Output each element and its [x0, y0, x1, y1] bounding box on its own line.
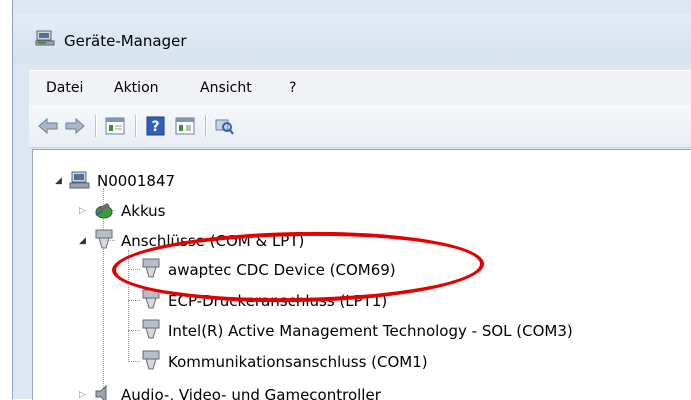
expand-icon[interactable]: ▷	[79, 206, 86, 216]
tree-node-ports[interactable]: ◢ Anschlüsse (COM & LPT)	[79, 228, 399, 254]
svg-text:?: ?	[151, 119, 159, 135]
port-connector-icon	[142, 289, 160, 309]
tree-label-root: N0001847	[97, 172, 176, 190]
menu-aktion[interactable]: Aktion	[114, 79, 159, 97]
tree-node-akkus[interactable]: ▷ Akkus	[79, 198, 279, 224]
toolbar-separator	[205, 115, 206, 137]
tree-item-port[interactable]: ECP-Druckeranschluss (LPT1)	[140, 288, 500, 314]
port-connector-icon	[142, 319, 160, 339]
tree-label-akkus: Akkus	[121, 202, 166, 220]
tree-node-root[interactable]: ◢ N0001847	[55, 168, 305, 194]
back-arrow-icon[interactable]	[37, 116, 59, 136]
speaker-icon	[95, 384, 107, 400]
collapse-icon[interactable]: ◢	[55, 176, 62, 186]
tree-connector	[128, 269, 140, 270]
menu-help[interactable]: ?	[289, 79, 296, 97]
tree-item-port[interactable]: Kommunikationsanschluss (COM1)	[140, 349, 500, 375]
menu-datei[interactable]: Datei	[46, 79, 83, 97]
port-connector-icon	[142, 350, 160, 370]
device-manager-window: Geräte-Manager Datei Aktion Ansicht ? ?	[12, 0, 691, 400]
tree-node-audio[interactable]: ▷ Audio-, Video- und Gamecontroller	[79, 382, 459, 400]
device-tree: ◢ N0001847 ▷ Akkus ◢ Anschlüsse (COM & L…	[32, 149, 691, 400]
forward-arrow-icon[interactable]	[64, 116, 86, 136]
tree-connector	[128, 330, 140, 331]
port-connector-icon	[142, 258, 160, 278]
scan-hardware-icon[interactable]	[213, 116, 235, 136]
battery-icon	[95, 203, 113, 219]
menu-ansicht[interactable]: Ansicht	[200, 79, 252, 97]
toolbar-separator	[135, 115, 136, 137]
tree-label-audio: Audio-, Video- und Gamecontroller	[121, 386, 381, 400]
collapse-icon[interactable]: ◢	[79, 236, 86, 246]
toolbar-separator	[95, 115, 96, 137]
tree-item-port[interactable]: awaptec CDC Device (COM69)	[140, 257, 500, 283]
tree-connector	[128, 250, 129, 362]
toolbar: ?	[29, 105, 691, 148]
port-connector-icon	[95, 229, 113, 249]
window-title: Geräte-Manager	[64, 32, 187, 50]
tree-item-label: Intel(R) Active Management Technology - …	[168, 322, 573, 340]
properties-icon[interactable]	[104, 116, 126, 136]
tree-label-ports: Anschlüsse (COM & LPT)	[121, 232, 305, 250]
tree-item-port[interactable]: Intel(R) Active Management Technology - …	[140, 318, 680, 344]
tree-item-label: Kommunikationsanschluss (COM1)	[168, 353, 428, 371]
update-driver-icon[interactable]	[174, 116, 196, 136]
computer-icon	[69, 171, 90, 189]
device-manager-icon	[35, 30, 55, 46]
tree-item-label: awaptec CDC Device (COM69)	[168, 261, 396, 279]
tree-connector	[128, 300, 140, 301]
tree-connector	[128, 361, 140, 362]
help-icon[interactable]: ?	[145, 116, 167, 136]
menu-bar: Datei Aktion Ansicht ?	[29, 70, 691, 106]
tree-item-label: ECP-Druckeranschluss (LPT1)	[168, 292, 388, 310]
